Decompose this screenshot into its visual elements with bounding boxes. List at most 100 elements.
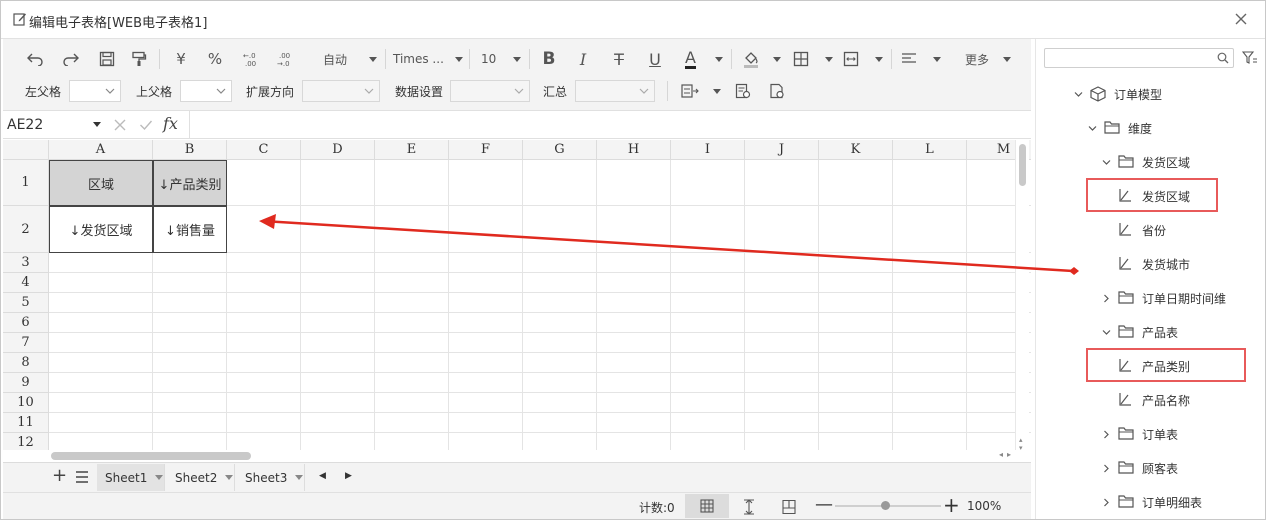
cell-k3[interactable] xyxy=(819,253,893,273)
cell-b4[interactable] xyxy=(153,273,227,293)
cell-i11[interactable] xyxy=(671,413,745,433)
page-break-view-icon[interactable] xyxy=(741,499,757,515)
italic-icon[interactable]: I xyxy=(571,47,595,71)
cell-j4[interactable] xyxy=(745,273,819,293)
tree-item-folder[interactable]: 发货区域 xyxy=(1100,152,1190,172)
cell-c1[interactable] xyxy=(227,160,301,206)
cell-g8[interactable] xyxy=(523,353,597,373)
cell-d11[interactable] xyxy=(301,413,375,433)
zoom-out-icon[interactable]: — xyxy=(815,494,833,515)
cell-e2[interactable] xyxy=(375,206,449,253)
chevron-down-icon[interactable] xyxy=(1086,124,1098,133)
cell-c2[interactable] xyxy=(227,206,301,253)
row-header-7[interactable]: 7 xyxy=(3,333,49,353)
chevron-right-icon[interactable] xyxy=(1100,498,1112,507)
row-header-4[interactable]: 4 xyxy=(3,273,49,293)
borders-dropdown[interactable] xyxy=(793,47,833,71)
cell-c8[interactable] xyxy=(227,353,301,373)
search-input[interactable] xyxy=(1044,48,1234,68)
cell-i5[interactable] xyxy=(671,293,745,313)
cell-j3[interactable] xyxy=(745,253,819,273)
sheet-tab-sheet1[interactable]: Sheet1 xyxy=(97,464,165,491)
tree-item-folder[interactable]: 订单表 xyxy=(1100,424,1178,444)
decrease-decimal-icon[interactable]: .00 →.0 xyxy=(273,47,297,71)
cell-h5[interactable] xyxy=(597,293,671,313)
tree-item-dimension[interactable]: 产品名称 xyxy=(1118,390,1190,410)
chevron-down-icon[interactable] xyxy=(155,475,164,480)
cell-j2[interactable] xyxy=(745,206,819,253)
cell-e10[interactable] xyxy=(375,393,449,413)
cell-f11[interactable] xyxy=(449,413,523,433)
sheet-list-icon[interactable] xyxy=(75,471,89,483)
chevron-down-icon[interactable] xyxy=(1100,158,1112,167)
sheet-tab-sheet3[interactable]: Sheet3 xyxy=(237,464,305,491)
cell-b7[interactable] xyxy=(153,333,227,353)
redo-icon[interactable] xyxy=(59,47,83,71)
cell-l4[interactable] xyxy=(893,273,967,293)
cell-k9[interactable] xyxy=(819,373,893,393)
cell-b9[interactable] xyxy=(153,373,227,393)
summary-select[interactable] xyxy=(575,80,655,102)
cell-a11[interactable] xyxy=(49,413,153,433)
normal-view-button[interactable] xyxy=(685,494,729,518)
cell-l7[interactable] xyxy=(893,333,967,353)
cell-f4[interactable] xyxy=(449,273,523,293)
cell-a5[interactable] xyxy=(49,293,153,313)
cell-i4[interactable] xyxy=(671,273,745,293)
cell-g3[interactable] xyxy=(523,253,597,273)
row-header-10[interactable]: 10 xyxy=(3,393,49,413)
font-family-dropdown[interactable]: Times ... xyxy=(391,47,463,71)
row-header-5[interactable]: 5 xyxy=(3,293,49,313)
cell-k11[interactable] xyxy=(819,413,893,433)
tree-item-folder[interactable]: 订单明细表 xyxy=(1100,492,1202,512)
cell-c10[interactable] xyxy=(227,393,301,413)
cell-h9[interactable] xyxy=(597,373,671,393)
cell-k2[interactable] xyxy=(819,206,893,253)
cell-f8[interactable] xyxy=(449,353,523,373)
cell-f10[interactable] xyxy=(449,393,523,413)
cell-d1[interactable] xyxy=(301,160,375,206)
cell-e9[interactable] xyxy=(375,373,449,393)
cell-e11[interactable] xyxy=(375,413,449,433)
cell-d10[interactable] xyxy=(301,393,375,413)
cell-i1[interactable] xyxy=(671,160,745,206)
data-settings-select[interactable] xyxy=(450,80,530,102)
select-all-corner[interactable] xyxy=(3,140,49,160)
cell-g9[interactable] xyxy=(523,373,597,393)
cell-e4[interactable] xyxy=(375,273,449,293)
column-header-i[interactable]: I xyxy=(671,140,745,160)
row-header-9[interactable]: 9 xyxy=(3,373,49,393)
cell-g10[interactable] xyxy=(523,393,597,413)
cell-h8[interactable] xyxy=(597,353,671,373)
fx-icon[interactable]: fx xyxy=(163,114,178,133)
chevron-down-icon[interactable] xyxy=(1072,90,1084,99)
cell-b10[interactable] xyxy=(153,393,227,413)
row-header-8[interactable]: 8 xyxy=(3,353,49,373)
filter-icon[interactable] xyxy=(1242,51,1258,65)
next-sheet-icon[interactable]: ▶ xyxy=(345,471,352,481)
column-header-l[interactable]: L xyxy=(893,140,967,160)
cell-l5[interactable] xyxy=(893,293,967,313)
cell-f2[interactable] xyxy=(449,206,523,253)
row-header-3[interactable]: 3 xyxy=(3,253,49,273)
column-header-e[interactable]: E xyxy=(375,140,449,160)
cell-j11[interactable] xyxy=(745,413,819,433)
left-parent-select[interactable] xyxy=(69,80,121,102)
cell-b3[interactable] xyxy=(153,253,227,273)
align-dropdown[interactable] xyxy=(901,47,941,71)
cell-e5[interactable] xyxy=(375,293,449,313)
column-header-c[interactable]: C xyxy=(227,140,301,160)
column-header-d[interactable]: D xyxy=(301,140,375,160)
name-box[interactable]: AE22 xyxy=(7,117,43,133)
tree-item-cube[interactable]: 订单模型 xyxy=(1072,84,1162,104)
cell-h6[interactable] xyxy=(597,313,671,333)
cell-j1[interactable] xyxy=(745,160,819,206)
cell-d7[interactable] xyxy=(301,333,375,353)
chevron-down-icon[interactable] xyxy=(225,475,234,480)
strikethrough-icon[interactable]: T xyxy=(607,47,631,71)
cell-h3[interactable] xyxy=(597,253,671,273)
cell-k7[interactable] xyxy=(819,333,893,353)
chevron-down-icon[interactable] xyxy=(1100,328,1112,337)
row-header-11[interactable]: 11 xyxy=(3,413,49,433)
cell-l8[interactable] xyxy=(893,353,967,373)
